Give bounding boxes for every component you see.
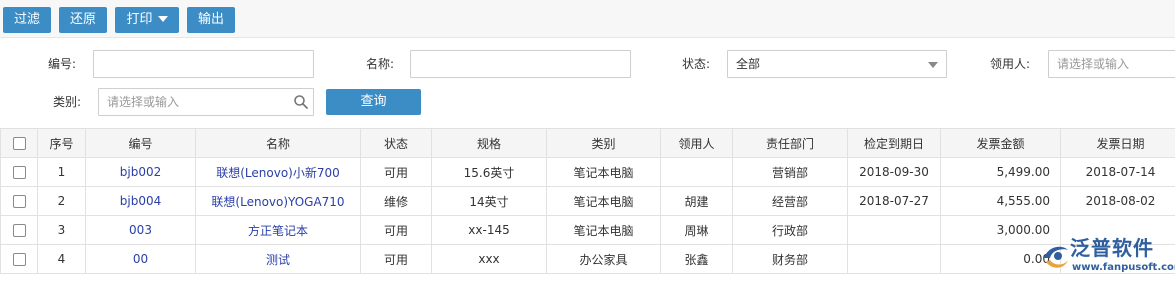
column-header[interactable]: 类别 [546, 128, 661, 158]
asset-table: 序号 编号 名称 状态 规格 类别 领用人 责任部门 检定到期日 发票金额 发票… [0, 128, 1175, 274]
category-input-placeholder: 请选择或输入 [107, 95, 180, 109]
category-cell: 笔记本电脑 [546, 215, 661, 245]
asset-name-link[interactable]: 方正笔记本 [195, 215, 361, 245]
select-all-checkbox[interactable] [12, 137, 26, 150]
status-label: 状态: [682, 57, 711, 71]
invoice-amount-cell: 4,555.00 [940, 186, 1061, 216]
chevron-down-icon [928, 62, 938, 68]
name-label: 名称: [366, 57, 395, 71]
category-cell: 笔记本电脑 [546, 186, 661, 216]
category-label: 类别: [53, 95, 82, 109]
name-input[interactable] [410, 50, 631, 78]
status-select[interactable]: 全部 [727, 50, 947, 78]
status-cell: 可用 [360, 244, 432, 274]
search-icon[interactable] [293, 94, 309, 110]
column-header[interactable]: 序号 [37, 128, 86, 158]
print-button[interactable]: 打印 [115, 7, 179, 33]
row-index: 4 [37, 244, 86, 274]
table-row[interactable]: 3 003 方正笔记本 可用 xx-145 笔记本电脑 周琳 行政部 3,000… [0, 215, 1175, 245]
filter-button[interactable]: 过滤 [3, 7, 51, 33]
row-select-cell[interactable] [0, 186, 38, 216]
logo-text: 泛普软件 [1070, 236, 1154, 260]
category-cell: 笔记本电脑 [546, 157, 661, 187]
asset-name-link[interactable]: 联想(Lenovo)YOGA710 [195, 186, 361, 216]
column-header[interactable]: 规格 [431, 128, 547, 158]
toolbar: 过滤 还原 打印 输出 [0, 0, 1175, 38]
department-cell: 财务部 [732, 244, 848, 274]
column-header[interactable]: 编号 [85, 128, 196, 158]
asset-code-link[interactable]: bjb004 [85, 186, 196, 216]
inspection-date-cell [847, 244, 941, 274]
column-header[interactable]: 领用人 [660, 128, 733, 158]
query-button[interactable]: 查询 [326, 89, 421, 115]
column-header[interactable]: 责任部门 [732, 128, 848, 158]
row-select-cell[interactable] [0, 157, 38, 187]
column-header[interactable]: 发票日期 [1060, 128, 1175, 158]
user-input[interactable]: 请选择或输入 [1048, 50, 1175, 78]
code-input[interactable] [93, 50, 314, 78]
inspection-date-cell: 2018-07-27 [847, 186, 941, 216]
table-row[interactable]: 4 00 测试 可用 xxx 办公家具 张鑫 财务部 0.00 [0, 244, 1175, 274]
asset-code-link[interactable]: 00 [85, 244, 196, 274]
user-cell [660, 157, 733, 187]
row-checkbox[interactable] [12, 195, 26, 208]
department-cell: 经营部 [732, 186, 848, 216]
user-cell: 张鑫 [660, 244, 733, 274]
column-header[interactable]: 检定到期日 [847, 128, 941, 158]
user-cell: 胡建 [660, 186, 733, 216]
user-cell: 周琳 [660, 215, 733, 245]
row-index: 1 [37, 157, 86, 187]
spec-cell: xxx [431, 244, 547, 274]
spec-cell: xx-145 [431, 215, 547, 245]
invoice-date-cell: 2018-07-14 [1060, 157, 1175, 187]
category-input[interactable]: 请选择或输入 [98, 88, 314, 116]
asset-code-link[interactable]: bjb002 [85, 157, 196, 187]
print-button-label: 打印 [126, 12, 153, 27]
inspection-date-cell: 2018-09-30 [847, 157, 941, 187]
row-index: 3 [37, 215, 86, 245]
table-header-row: 序号 编号 名称 状态 规格 类别 领用人 责任部门 检定到期日 发票金额 发票… [0, 128, 1175, 158]
status-cell: 维修 [360, 186, 432, 216]
category-cell: 办公家具 [546, 244, 661, 274]
code-label: 编号: [48, 57, 77, 71]
row-index: 2 [37, 186, 86, 216]
department-cell: 营销部 [732, 157, 848, 187]
export-button[interactable]: 输出 [187, 7, 235, 33]
column-header[interactable]: 状态 [360, 128, 432, 158]
user-label: 领用人: [990, 57, 1031, 71]
table-row[interactable]: 2 bjb004 联想(Lenovo)YOGA710 维修 14英寸 笔记本电脑… [0, 186, 1175, 216]
status-select-value: 全部 [736, 57, 761, 71]
row-select-cell[interactable] [0, 244, 38, 274]
asset-name-link[interactable]: 联想(Lenovo)小新700 [195, 157, 361, 187]
spec-cell: 14英寸 [431, 186, 547, 216]
department-cell: 行政部 [732, 215, 848, 245]
row-checkbox[interactable] [12, 224, 26, 237]
status-cell: 可用 [360, 215, 432, 245]
asset-code-link[interactable]: 003 [85, 215, 196, 245]
restore-button[interactable]: 还原 [59, 7, 107, 33]
row-select-cell[interactable] [0, 215, 38, 245]
select-all-cell[interactable] [0, 128, 38, 158]
invoice-date-cell: 2018-08-02 [1060, 186, 1175, 216]
status-cell: 可用 [360, 157, 432, 187]
row-checkbox[interactable] [12, 253, 26, 266]
logo-url: www.fanpusoft.com [1072, 262, 1175, 273]
asset-name-link[interactable]: 测试 [195, 244, 361, 274]
inspection-date-cell [847, 215, 941, 245]
row-checkbox[interactable] [12, 166, 26, 179]
spec-cell: 15.6英寸 [431, 157, 547, 187]
column-header[interactable]: 发票金额 [940, 128, 1061, 158]
chevron-down-icon [157, 15, 168, 22]
table-row[interactable]: 1 bjb002 联想(Lenovo)小新700 可用 15.6英寸 笔记本电脑… [0, 157, 1175, 187]
column-header[interactable]: 名称 [195, 128, 361, 158]
user-input-placeholder: 请选择或输入 [1057, 57, 1130, 71]
invoice-amount-cell: 5,499.00 [940, 157, 1061, 187]
